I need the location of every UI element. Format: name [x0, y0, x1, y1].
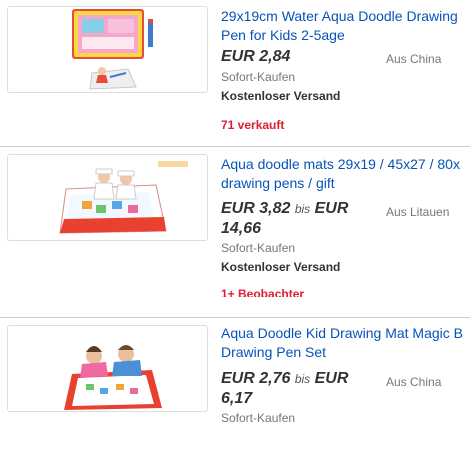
price-value: EUR 2,84	[221, 48, 291, 65]
item-price: EUR 2,84	[221, 47, 381, 67]
item-title-line1[interactable]: Aqua doodle mats 29x19 / 45x27 / 80x	[221, 155, 470, 174]
price-min: EUR 2,76	[221, 370, 291, 387]
search-result-item[interactable]: Aqua doodle mats 29x19 / 45x27 / 80x dra…	[0, 147, 470, 297]
price-max: 6,17	[221, 390, 253, 407]
search-result-item[interactable]: 29x19cm Water Aqua Doodle Drawing Pen fo…	[0, 0, 470, 150]
item-price: EUR 3,82 bis EUR 14,66	[221, 199, 381, 239]
product-image[interactable]	[7, 6, 208, 93]
item-origin: Aus Litauen	[386, 205, 450, 219]
price-max-currency: EUR	[314, 200, 349, 217]
price-range-line1: EUR 3,82 bis EUR	[221, 199, 381, 219]
product-image[interactable]	[7, 154, 208, 241]
hotness-badge: 1+ Beobachter	[221, 287, 305, 297]
price-max: 14,66	[221, 220, 262, 237]
item-price: EUR 2,76 bis EUR 6,17	[221, 369, 381, 409]
price-range-separator: bis	[294, 202, 311, 216]
doodle-mat-children-product-image	[8, 326, 207, 411]
doodle-mat-kids-product-image	[8, 155, 207, 240]
search-result-item[interactable]: Aqua Doodle Kid Drawing Mat Magic B Draw…	[0, 318, 470, 468]
buy-format: Sofort-Kaufen	[221, 70, 296, 84]
item-title-link[interactable]: Aqua Doodle Kid Drawing Mat Magic B Draw…	[221, 324, 470, 362]
shipping-info: Kostenloser Versand	[221, 89, 341, 103]
item-origin: Aus China	[386, 375, 442, 389]
item-title-link[interactable]: 29x19cm Water Aqua Doodle Drawing Pen fo…	[221, 7, 470, 45]
price-min: EUR 3,82	[221, 200, 291, 217]
price-max-currency: EUR	[314, 370, 349, 387]
item-title-line1[interactable]: 29x19cm Water Aqua Doodle Drawing	[221, 7, 470, 26]
price-range-separator: bis	[294, 372, 311, 386]
buy-format: Sofort-Kaufen	[221, 241, 296, 255]
price-range-line1: EUR 2,76 bis EUR	[221, 369, 381, 389]
buy-format: Sofort-Kaufen	[221, 411, 296, 425]
item-title-link[interactable]: Aqua doodle mats 29x19 / 45x27 / 80x dra…	[221, 155, 470, 193]
product-image[interactable]	[7, 325, 208, 412]
shipping-info: Kostenloser Versand	[221, 260, 341, 274]
item-title-line1[interactable]: Aqua Doodle Kid Drawing Mat Magic B	[221, 324, 470, 343]
item-title-line2[interactable]: drawing pens / gift	[221, 174, 470, 193]
doodle-mat-product-image	[8, 7, 207, 92]
item-title-line2[interactable]: Pen for Kids 2-5age	[221, 26, 470, 45]
item-origin: Aus China	[386, 52, 442, 66]
item-title-line2[interactable]: Drawing Pen Set	[221, 343, 470, 362]
hotness-badge: 71 verkauft	[221, 118, 285, 132]
